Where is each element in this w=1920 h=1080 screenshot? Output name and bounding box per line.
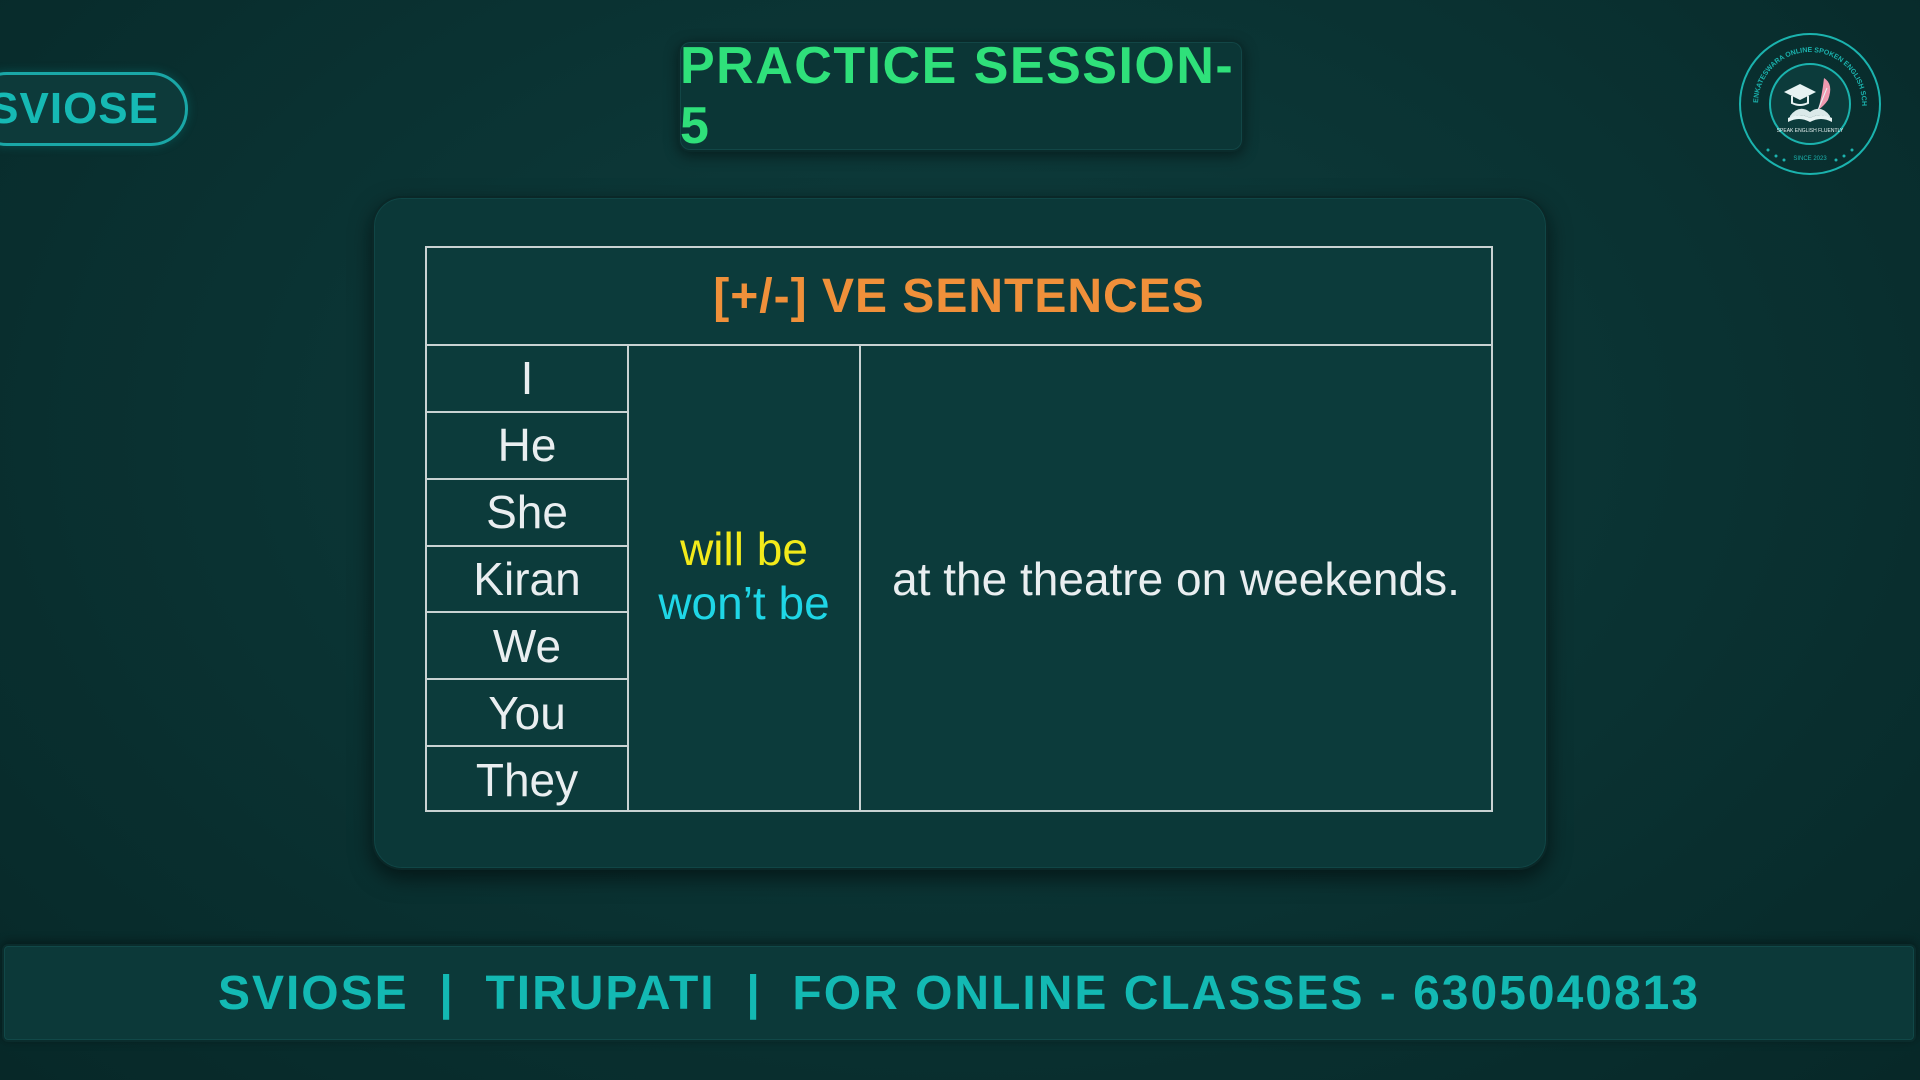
school-logo: SRI VENKATESWARA ONLINE SPOKEN ENGLISH S… xyxy=(1738,32,1881,175)
footer-bar: SVIOSE | TIRUPATI | FOR ONLINE CLASSES -… xyxy=(2,944,1916,1042)
subject-cell: We xyxy=(427,613,627,681)
logo-since: SINCE 2023 xyxy=(1793,156,1827,162)
brand-label: SVIOSE xyxy=(0,84,159,133)
title-box: PRACTICE SESSION-5 xyxy=(678,37,1244,155)
positive-auxiliary: will be xyxy=(680,523,808,575)
subject-cell: I xyxy=(427,346,627,413)
grammar-table: [+/-] VE SENTENCES I He She Kiran We You… xyxy=(425,246,1493,812)
negative-auxiliary: won’t be xyxy=(658,577,830,629)
complement-column: at the theatre on weekends. xyxy=(861,346,1491,812)
subject-cell: They xyxy=(475,753,579,806)
subject-cell: You xyxy=(427,680,627,748)
table-heading-row: [+/-] VE SENTENCES xyxy=(427,248,1491,346)
table-heading: [+/-] VE SENTENCES xyxy=(713,269,1205,323)
footer-text: SVIOSE | TIRUPATI | FOR ONLINE CLASSES -… xyxy=(217,966,1701,1020)
subject-cell: She xyxy=(427,480,627,547)
subject-cell: Kiran xyxy=(427,547,627,614)
subject-cell: He xyxy=(427,413,627,480)
complement-text: at the theatre on weekends. xyxy=(892,553,1460,605)
brand-badge: SVIOSE xyxy=(0,72,188,146)
page-title: PRACTICE SESSION-5 xyxy=(680,37,1235,155)
auxiliary-column: will be won’t be xyxy=(629,346,861,812)
logo-tagline: SPEAK ENGLISH FLUENTLY xyxy=(1777,128,1844,134)
subject-column: I He She Kiran We You They xyxy=(427,346,629,812)
